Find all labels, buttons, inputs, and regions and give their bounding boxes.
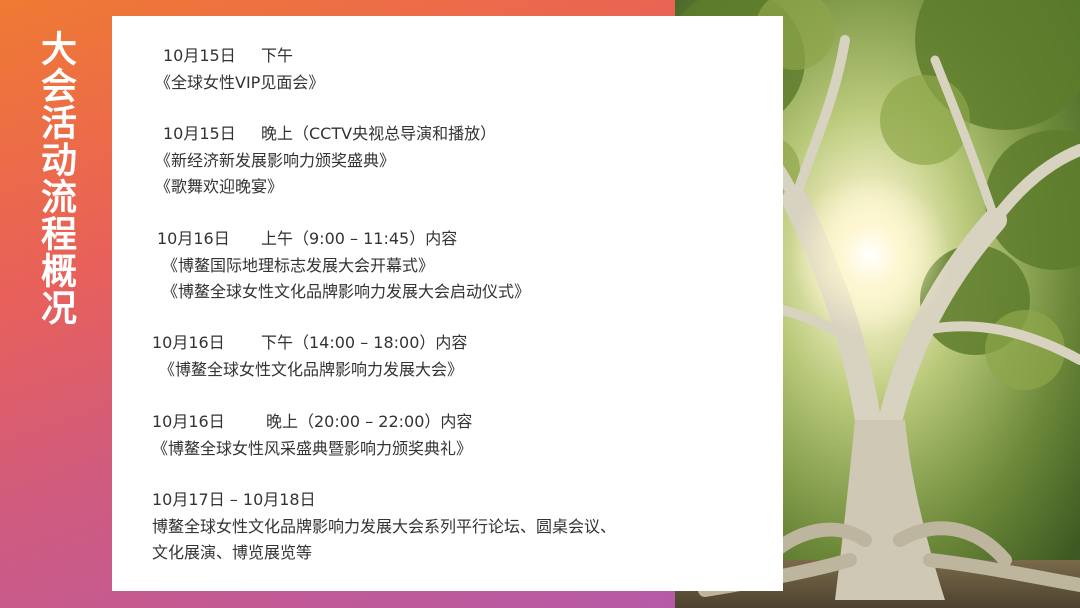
schedule-period: 上午（9:00 – 11:45）内容 (261, 229, 458, 248)
schedule-period: 下午 (261, 46, 294, 65)
schedule-date: 10月16日 (152, 412, 225, 431)
schedule-date: 10月15日 (163, 124, 236, 143)
schedule-date: 10月15日 (163, 46, 236, 65)
schedule-card: 10月15日 下午 《全球女性VIP见面会》 10月15日 晚上（CCTV央视总… (112, 16, 783, 591)
schedule-event: 《全球女性VIP见面会》 (155, 73, 325, 92)
schedule-event: 《博鳌全球女性文化品牌影响力发展大会》 (159, 360, 464, 379)
schedule-event: 博鳌全球女性文化品牌影响力发展大会系列平行论坛、圆桌会议、 (152, 517, 617, 536)
schedule-date: 10月16日 (152, 333, 225, 352)
schedule-period: 晚上（20:00 – 22:00）内容 (266, 412, 473, 431)
schedule-event: 《博鳌全球女性风采盛典暨影响力颁奖典礼》 (152, 439, 473, 458)
schedule-event: 《新经济新发展影响力颁奖盛典》 (155, 151, 396, 170)
schedule-event: 《博鳌全球女性文化品牌影响力发展大会启动仪式》 (162, 282, 531, 301)
schedule-date: 10月16日 (157, 229, 230, 248)
schedule-event: 文化展演、博览展览等 (152, 543, 313, 562)
schedule-date: 10月17日 – 10月18日 (152, 490, 316, 509)
schedule-period: 晚上（CCTV央视总导演和播放） (261, 124, 497, 143)
schedule-event: 《歌舞欢迎晚宴》 (155, 177, 284, 196)
page-title: 大会活动流程概况 (35, 30, 76, 326)
schedule-period: 下午（14:00 – 18:00）内容 (261, 333, 468, 352)
schedule-event: 《博鳌国际地理标志发展大会开幕式》 (162, 256, 435, 275)
